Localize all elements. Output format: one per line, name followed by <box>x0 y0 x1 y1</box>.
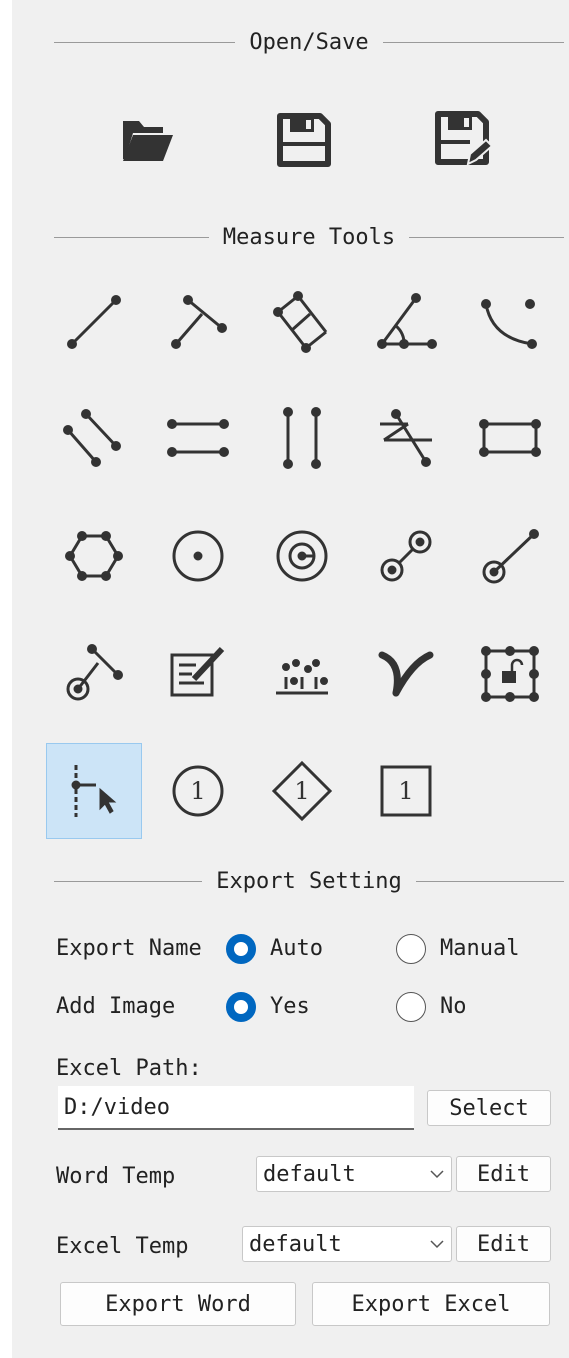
circle-to-line-icon[interactable] <box>46 625 142 721</box>
export-name-auto-radio[interactable] <box>226 934 256 964</box>
angle-icon[interactable] <box>358 274 454 370</box>
open-folder-icon[interactable] <box>107 100 187 180</box>
excel-path-label: Excel Path: <box>56 1056 202 1081</box>
parallel-line-segment-icon[interactable] <box>150 274 246 370</box>
text-annotation-icon[interactable] <box>150 625 246 721</box>
diamond-number-icon[interactable]: 1 <box>254 743 350 839</box>
edit-excel-temp-button[interactable]: Edit <box>456 1226 551 1262</box>
rectangle-icon[interactable] <box>462 390 558 486</box>
divider <box>409 236 564 238</box>
add-image-yes-label[interactable]: Yes <box>270 994 310 1019</box>
export-setting-header: Export Setting <box>54 866 564 896</box>
divider <box>382 41 564 43</box>
save-as-icon[interactable] <box>424 100 504 180</box>
number-marker: 1 <box>398 777 413 805</box>
divider <box>54 41 236 43</box>
section-title: Measure Tools <box>222 224 396 250</box>
excel-temp-select[interactable]: default <box>242 1226 452 1262</box>
polygon-icon[interactable] <box>46 508 142 604</box>
section-title: Export Setting <box>216 868 402 894</box>
curve-icon[interactable] <box>358 625 454 721</box>
number-marker: 1 <box>294 777 309 805</box>
word-temp-value: default <box>263 1161 356 1187</box>
save-icon[interactable] <box>264 100 344 180</box>
point-to-line-icon[interactable] <box>46 743 142 839</box>
circle-number-icon[interactable]: 1 <box>150 743 246 839</box>
line-icon[interactable] <box>46 274 142 370</box>
square-number-icon[interactable]: 1 <box>358 743 454 839</box>
export-name-auto-label[interactable]: Auto <box>270 936 323 961</box>
measure-tools-header: Measure Tools <box>54 222 564 252</box>
lock-frame-icon[interactable] <box>462 625 558 721</box>
diagonal-parallel-lines-icon[interactable] <box>46 390 142 486</box>
two-circles-distance-icon[interactable] <box>358 508 454 604</box>
export-name-manual-label[interactable]: Manual <box>440 936 519 961</box>
word-temp-label: Word Temp <box>56 1164 176 1189</box>
horizontal-parallel-lines-icon[interactable] <box>150 390 246 486</box>
edit-word-temp-button[interactable]: Edit <box>456 1156 551 1192</box>
add-image-no-label[interactable]: No <box>440 994 467 1019</box>
export-excel-button[interactable]: Export Excel <box>312 1282 550 1326</box>
number-marker: 1 <box>190 777 205 805</box>
word-temp-select[interactable]: default <box>256 1156 452 1192</box>
section-title: Open/Save <box>249 29 369 55</box>
chevron-down-icon <box>430 1240 444 1249</box>
add-image-label: Add Image <box>56 994 176 1019</box>
zigzag-line-icon[interactable] <box>358 390 454 486</box>
export-word-button[interactable]: Export Word <box>60 1282 296 1326</box>
open-save-header: Open/Save <box>54 27 564 57</box>
measure-panel: Open/Save Measure Tools 1 1 1 Export Set… <box>12 0 569 1358</box>
add-image-no-radio[interactable] <box>396 992 426 1022</box>
excel-path-input[interactable]: D:/video <box>58 1086 414 1130</box>
vertical-parallel-lines-icon[interactable] <box>254 390 350 486</box>
circle-center-icon[interactable] <box>150 508 246 604</box>
dimension-line-icon[interactable] <box>254 274 350 370</box>
point-count-icon[interactable] <box>254 625 350 721</box>
excel-temp-label: Excel Temp <box>56 1234 189 1259</box>
circle-to-point-icon[interactable] <box>462 508 558 604</box>
concentric-circle-icon[interactable] <box>254 508 350 604</box>
add-image-yes-radio[interactable] <box>226 992 256 1022</box>
chevron-down-icon <box>430 1170 444 1179</box>
divider <box>54 880 203 882</box>
divider <box>415 880 564 882</box>
export-name-manual-radio[interactable] <box>396 934 426 964</box>
excel-temp-value: default <box>249 1231 342 1257</box>
select-path-button[interactable]: Select <box>427 1090 551 1126</box>
export-name-label: Export Name <box>56 936 202 961</box>
divider <box>54 236 209 238</box>
arc-icon[interactable] <box>462 274 558 370</box>
